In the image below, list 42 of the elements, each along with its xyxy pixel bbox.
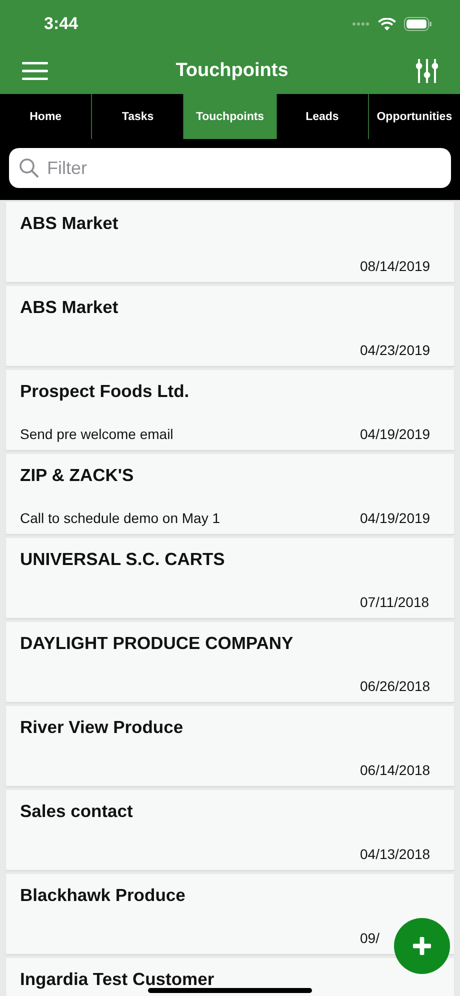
touchpoint-name: ZIP & ZACK'S <box>20 466 135 486</box>
touchpoint-card[interactable]: Prospect Foods Ltd. Send pre welcome email 04/19/2019 <box>6 370 454 450</box>
touchpoint-note: Send pre welcome email <box>20 426 174 442</box>
touchpoint-date: 04/19/2019 <box>360 510 432 526</box>
battery-icon <box>404 17 432 31</box>
status-time: 3:44 <box>44 14 78 34</box>
touchpoint-card[interactable]: Ingardia Test Customer <box>6 958 454 996</box>
touchpoint-card[interactable]: DAYLIGHT PRODUCE COMPANY 06/26/2018 <box>6 622 454 702</box>
nav-tab[interactable]: Touchpoints <box>183 94 276 139</box>
touchpoint-date: 04/19/2019 <box>360 426 432 442</box>
filter-settings-icon[interactable] <box>416 59 438 83</box>
touchpoint-card[interactable]: River View Produce 06/14/2018 <box>6 706 454 786</box>
touchpoint-date: 08/14/2019 <box>360 258 432 274</box>
touchpoint-note: Call to schedule demo on May 1 <box>20 510 220 526</box>
touchpoint-name: ABS Market <box>20 298 120 318</box>
touchpoint-card[interactable]: UNIVERSAL S.C. CARTS 07/11/2018 <box>6 538 454 618</box>
touchpoint-date: 06/14/2018 <box>360 762 432 778</box>
screen-title: Touchpoints <box>176 60 288 82</box>
touchpoint-date: 07/11/2018 <box>360 594 430 610</box>
touchpoint-name: DAYLIGHT PRODUCE COMPANY <box>20 634 294 654</box>
touchpoint-name: River View Produce <box>20 718 184 738</box>
touchpoint-card[interactable]: Sales contact 04/13/2018 <box>6 790 454 870</box>
touchpoint-date: 04/23/2019 <box>360 342 432 358</box>
touchpoint-name: UNIVERSAL S.C. CARTS <box>20 550 226 570</box>
menu-icon[interactable] <box>22 61 48 81</box>
filter-field[interactable]: Filter <box>9 148 451 188</box>
touchpoint-name: Ingardia Test Customer <box>20 970 216 990</box>
touchpoint-card[interactable]: ABS Market 04/23/2019 <box>6 286 454 366</box>
touchpoint-name: Sales contact <box>20 802 134 822</box>
wifi-icon <box>378 18 396 30</box>
search-icon <box>19 158 39 178</box>
plus-icon <box>413 937 431 955</box>
touchpoint-name: ABS Market <box>20 214 120 234</box>
touchpoint-date: 04/13/2018 <box>360 846 432 862</box>
touchpoint-date: 06/26/2018 <box>360 678 432 694</box>
touchpoint-card[interactable]: ABS Market 08/14/2019 <box>6 202 454 282</box>
touchpoint-card[interactable]: Blackhawk Produce 09/ <box>6 874 454 954</box>
touchpoint-name: Blackhawk Produce <box>20 886 186 906</box>
touchpoint-name: Prospect Foods Ltd. <box>20 382 190 402</box>
touchpoint-date: 09/ <box>360 930 380 946</box>
signal-icon <box>352 22 370 26</box>
touchpoint-card[interactable]: ZIP & ZACK'S Call to schedule demo on May 1 04/19/2019 <box>6 454 454 534</box>
